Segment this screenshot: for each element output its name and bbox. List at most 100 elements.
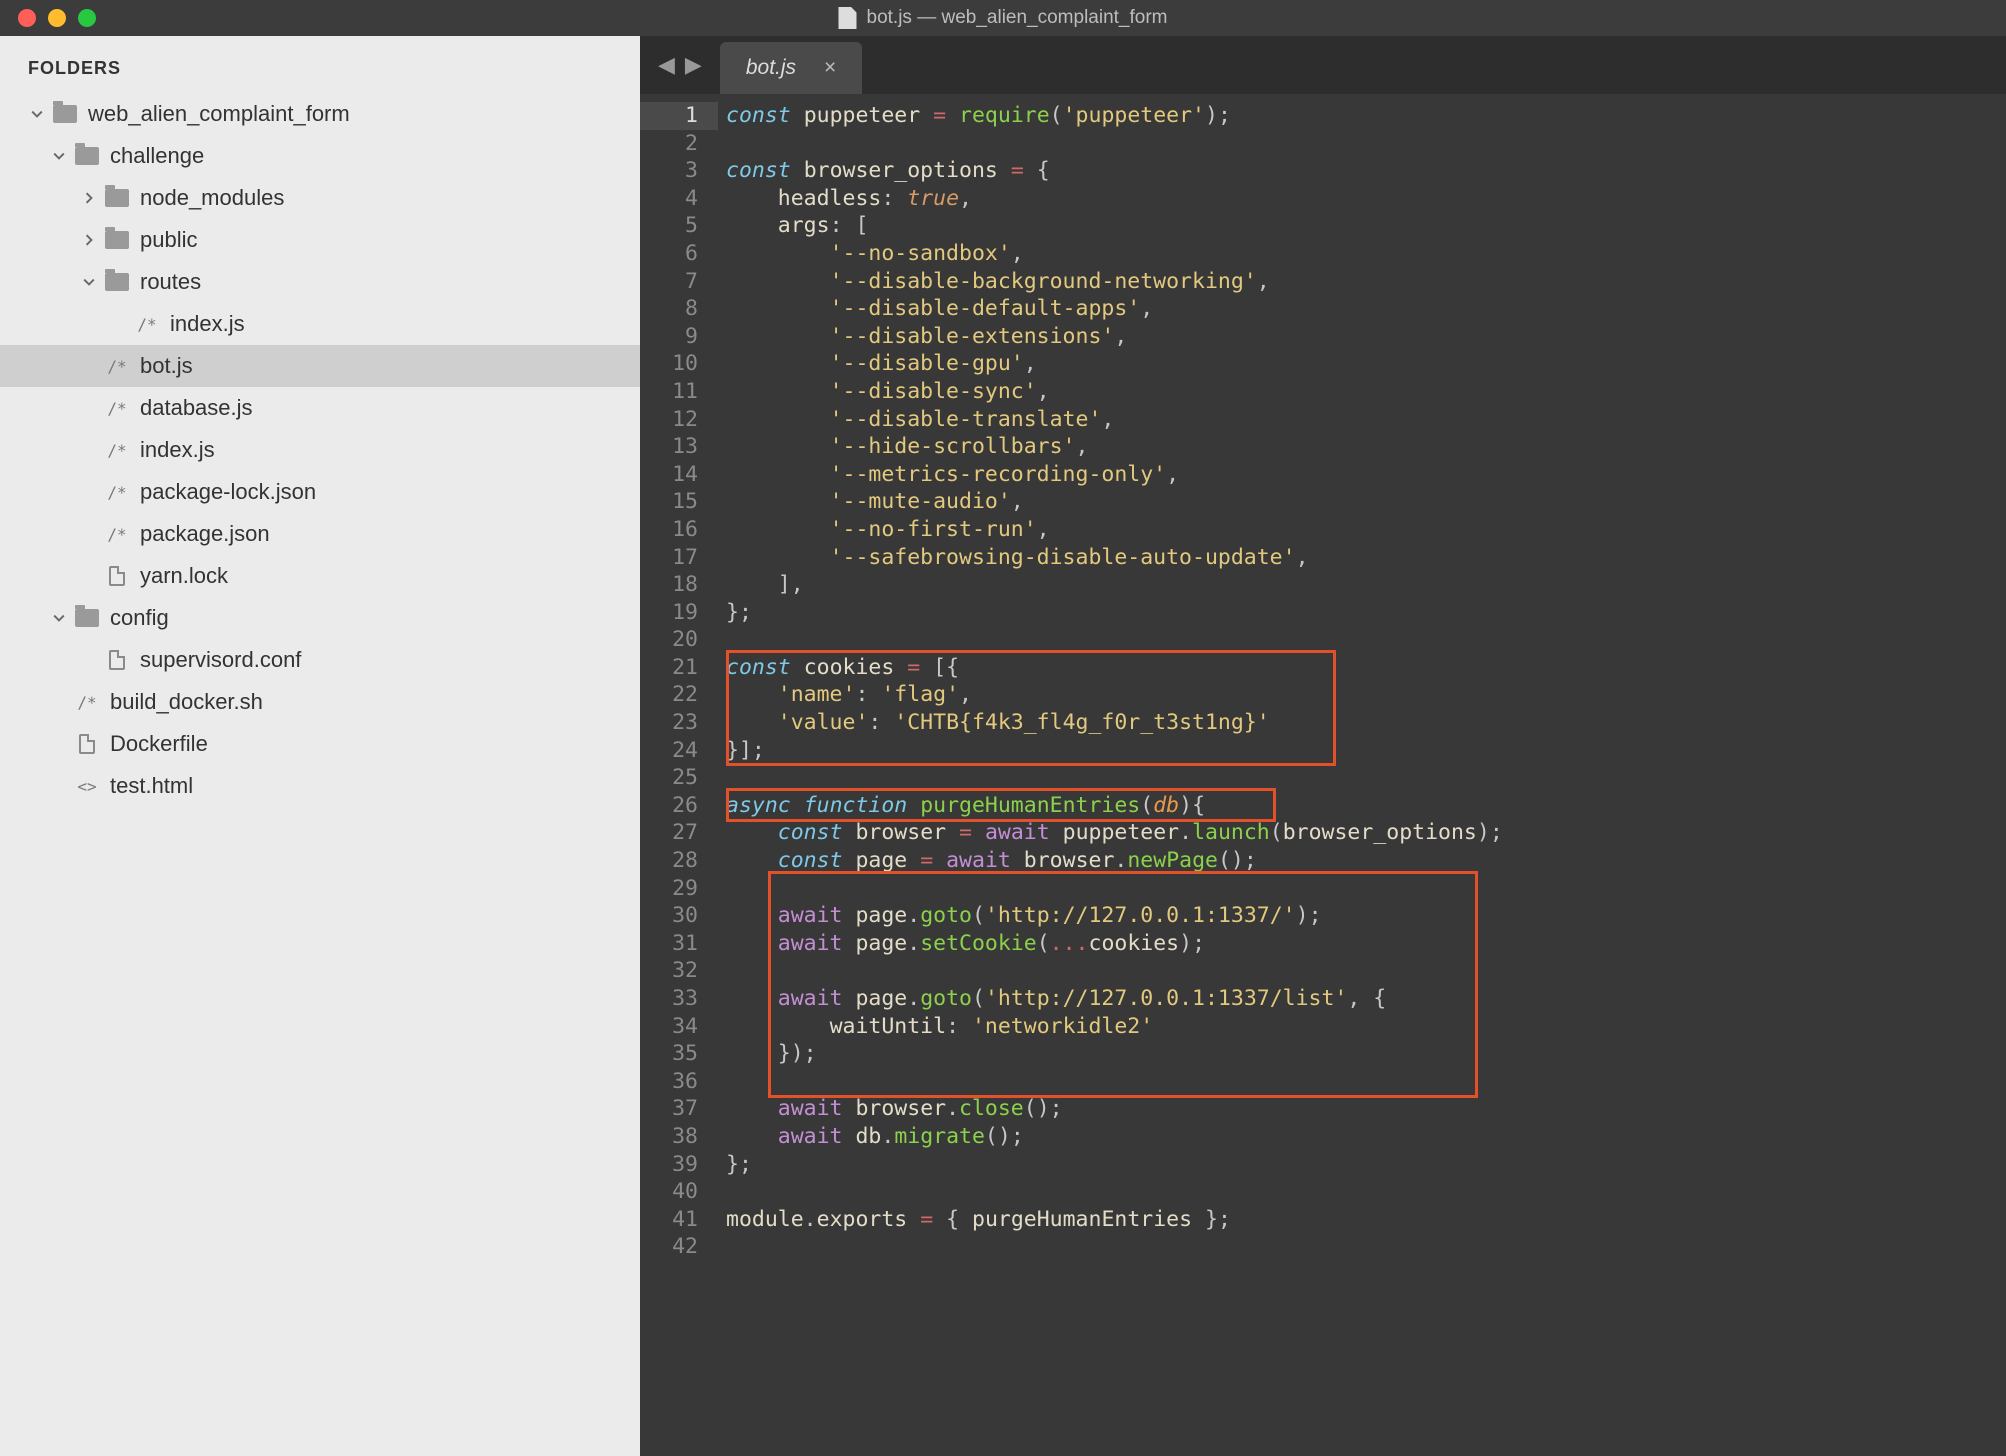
minimize-window-button[interactable] [48,9,66,27]
file-icon [104,565,130,587]
line-number: 1 [640,102,718,130]
code-line[interactable]: '--safebrowsing-disable-auto-update', [726,544,2006,572]
code-line[interactable]: module.exports = { purgeHumanEntries }; [726,1206,2006,1234]
tree-folder-node-modules[interactable]: node_modules [0,177,640,219]
tree-label: package.json [140,521,270,547]
tree-file-database[interactable]: /* database.js [0,387,640,429]
code-line[interactable]: await page.goto('http://127.0.0.1:1337/'… [726,902,2006,930]
code-line[interactable]: }); [726,1040,2006,1068]
code-line[interactable] [726,130,2006,158]
line-number: 3 [640,157,718,185]
code-line[interactable]: '--metrics-recording-only', [726,461,2006,489]
code-line[interactable]: '--disable-background-networking', [726,268,2006,296]
code-content[interactable]: const puppeteer = require('puppeteer'); c… [718,94,2006,1456]
tree-file-package-lock[interactable]: /* package-lock.json [0,471,640,513]
code-line[interactable]: const browser_options = { [726,157,2006,185]
tree-file-dockerfile[interactable]: Dockerfile [0,723,640,765]
nav-back-button[interactable]: ◀ [658,52,675,78]
tree-file-build-docker[interactable]: /* build_docker.sh [0,681,640,723]
code-line[interactable]: }; [726,1151,2006,1179]
code-line[interactable]: '--disable-sync', [726,378,2006,406]
line-number: 37 [640,1095,718,1123]
tree-file-routes-index[interactable]: /* index.js [0,303,640,345]
code-line[interactable]: waitUntil: 'networkidle2' [726,1013,2006,1041]
line-number: 23 [640,709,718,737]
code-line[interactable]: const browser = await puppeteer.launch(b… [726,819,2006,847]
code-line[interactable]: 'name': 'flag', [726,681,2006,709]
tree-folder-routes[interactable]: routes [0,261,640,303]
code-line[interactable] [726,626,2006,654]
tree-file-index[interactable]: /* index.js [0,429,640,471]
tree-file-test-html[interactable]: <> test.html [0,765,640,807]
tab-bot-js[interactable]: bot.js × [720,42,862,94]
tree-file-yarn-lock[interactable]: yarn.lock [0,555,640,597]
code-line[interactable] [726,875,2006,903]
line-number: 15 [640,488,718,516]
code-editor[interactable]: 1234567891011121314151617181920212223242… [640,94,2006,1456]
maximize-window-button[interactable] [78,9,96,27]
code-line[interactable]: '--mute-audio', [726,488,2006,516]
tree-label: public [140,227,197,253]
code-line[interactable] [726,764,2006,792]
tree-folder-challenge[interactable]: challenge [0,135,640,177]
code-line[interactable]: }; [726,599,2006,627]
code-line[interactable]: await page.setCookie(...cookies); [726,930,2006,958]
code-line[interactable]: await db.migrate(); [726,1123,2006,1151]
tree-label: package-lock.json [140,479,316,505]
tree-label: config [110,605,169,631]
line-number: 42 [640,1233,718,1261]
line-number: 16 [640,516,718,544]
folder-icon [75,147,99,165]
code-line[interactable]: '--no-first-run', [726,516,2006,544]
code-line[interactable]: await page.goto('http://127.0.0.1:1337/l… [726,985,2006,1013]
code-line[interactable]: '--no-sandbox', [726,240,2006,268]
tree-file-supervisord[interactable]: supervisord.conf [0,639,640,681]
tree-file-package[interactable]: /* package.json [0,513,640,555]
line-number: 40 [640,1178,718,1206]
line-number: 33 [640,985,718,1013]
nav-forward-button[interactable]: ▶ [685,52,702,78]
code-line[interactable]: const cookies = [{ [726,654,2006,682]
line-number: 11 [640,378,718,406]
code-line[interactable]: await browser.close(); [726,1095,2006,1123]
tree-folder-public[interactable]: public [0,219,640,261]
code-line[interactable]: args: [ [726,212,2006,240]
code-line[interactable]: headless: true, [726,185,2006,213]
code-line[interactable]: '--hide-scrollbars', [726,433,2006,461]
code-line[interactable] [726,957,2006,985]
code-line[interactable]: '--disable-extensions', [726,323,2006,351]
tree-label: database.js [140,395,253,421]
code-line[interactable] [726,1233,2006,1261]
tree-label: index.js [170,311,245,337]
line-number: 13 [640,433,718,461]
line-number: 36 [640,1068,718,1096]
code-line[interactable]: ], [726,571,2006,599]
tree-label: yarn.lock [140,563,228,589]
code-line[interactable] [726,1068,2006,1096]
tree-folder-config[interactable]: config [0,597,640,639]
tree-folder-root[interactable]: web_alien_complaint_form [0,93,640,135]
line-number: 8 [640,295,718,323]
close-window-button[interactable] [18,9,36,27]
line-number: 32 [640,957,718,985]
code-line[interactable]: }]; [726,737,2006,765]
js-file-icon: /* [104,481,130,503]
sh-file-icon: /* [74,691,100,713]
file-icon [74,733,100,755]
html-file-icon: <> [74,775,100,797]
line-number: 5 [640,212,718,240]
line-number: 31 [640,930,718,958]
code-line[interactable] [726,1178,2006,1206]
tree-label: node_modules [140,185,284,211]
code-line[interactable]: const page = await browser.newPage(); [726,847,2006,875]
code-line[interactable]: '--disable-default-apps', [726,295,2006,323]
code-line[interactable]: 'value': 'CHTB{f4k3_fl4g_f0r_t3st1ng}' [726,709,2006,737]
tree-file-bot[interactable]: /* bot.js [0,345,640,387]
close-tab-button[interactable]: × [824,56,836,80]
code-line[interactable]: async function purgeHumanEntries(db){ [726,792,2006,820]
code-line[interactable]: '--disable-gpu', [726,350,2006,378]
tab-label: bot.js [746,56,796,80]
code-line[interactable]: const puppeteer = require('puppeteer'); [726,102,2006,130]
editor-pane: ◀ ▶ bot.js × 123456789101112131415161718… [640,36,2006,1456]
code-line[interactable]: '--disable-translate', [726,406,2006,434]
